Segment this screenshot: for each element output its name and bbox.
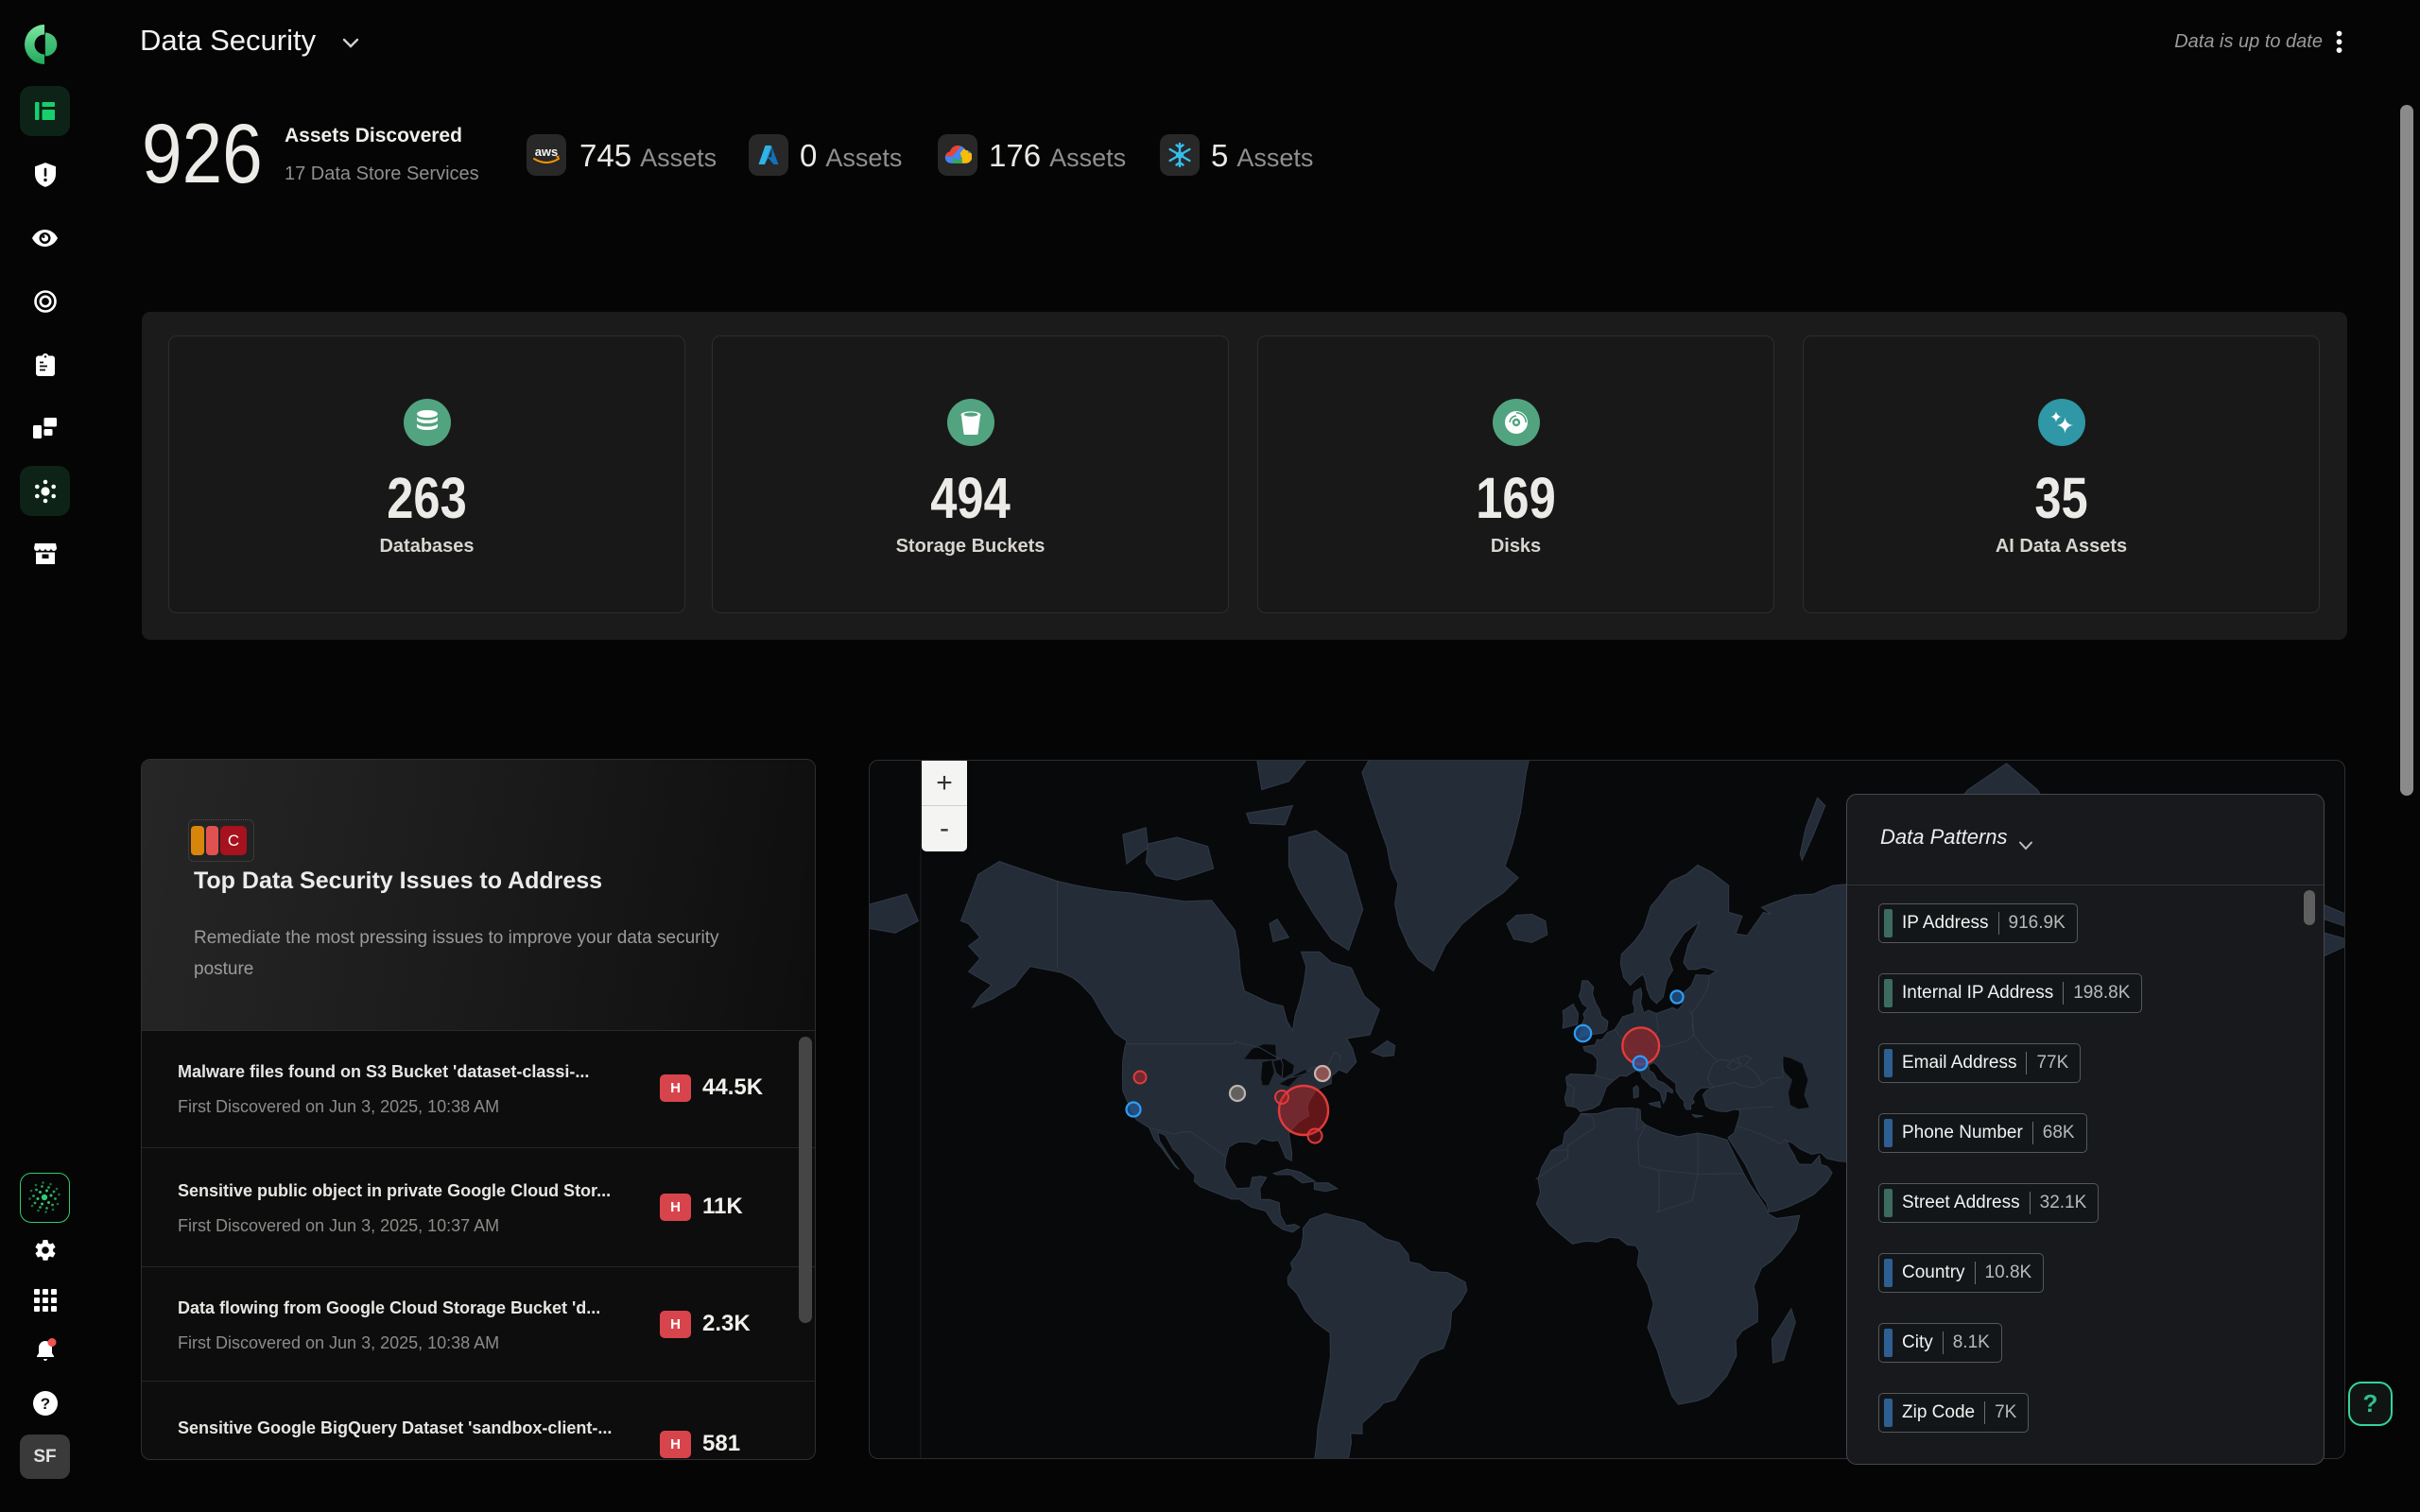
svg-text:aws: aws	[535, 145, 559, 159]
svg-text:?: ?	[40, 1395, 49, 1413]
